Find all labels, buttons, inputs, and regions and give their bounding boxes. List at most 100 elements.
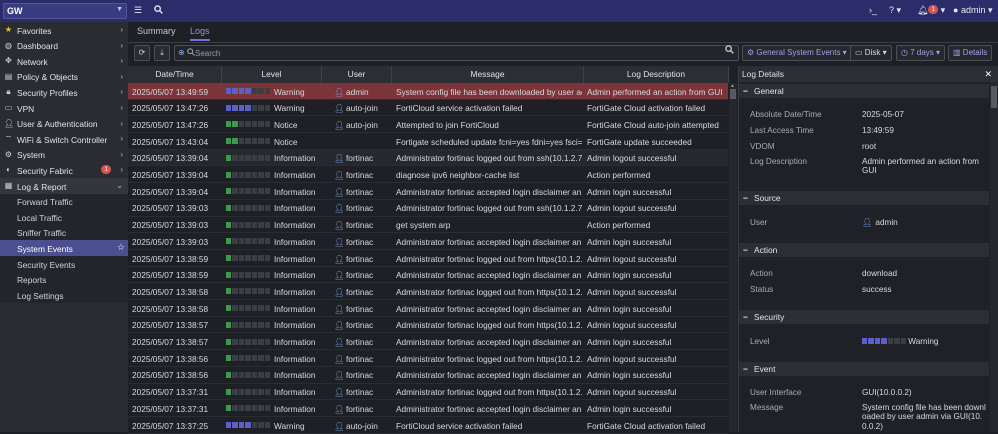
details-toggle-button[interactable]: ▥ Details (948, 45, 993, 61)
cell-message: System config file has been downloaded b… (396, 86, 582, 97)
table-row[interactable]: 2025/05/07 13:39:03 Information 👤︎ fortinac… (128, 217, 728, 234)
table-row[interactable]: 2025/05/07 13:39:04 Information 👤︎ fortinac… (128, 149, 728, 167)
avatar: ● (953, 5, 959, 15)
section-general[interactable]: − General (739, 84, 989, 98)
tab-logs[interactable]: Logs (190, 26, 210, 41)
search-input[interactable] (195, 47, 715, 59)
table-row[interactable]: 2025/05/07 13:39:04 Information 👤︎ fortinac… (128, 183, 728, 200)
table-row[interactable]: 2025/05/07 13:49:59 Warning 👤︎ admin System … (128, 83, 728, 100)
chevron-down-icon: ⌄ (116, 181, 123, 190)
sidebar-item-log-settings[interactable]: Log Settings (0, 287, 128, 303)
table-row[interactable]: 2025/05/07 13:37:31 Information 👤︎ fortinac… (128, 400, 728, 417)
field-value: 13:49:59 (862, 126, 894, 135)
cell-level: Information (274, 387, 316, 398)
time-range-dropdown[interactable]: ◷ 7 days ▾ (896, 45, 946, 61)
sidebar-item-vpn[interactable]: ▭ VPN › (0, 100, 128, 116)
sidebar-item-forward-traffic[interactable]: Forward Traffic (0, 193, 128, 210)
sidebar-item-local-traffic[interactable]: Local Traffic (0, 209, 128, 225)
menu-toggle-icon[interactable]: ☰ (134, 5, 142, 16)
sidebar-item-system[interactable]: ⚙ System › (0, 147, 128, 163)
table-row[interactable]: 2025/05/07 13:38:57 Information 👤︎ fortinac… (128, 334, 728, 351)
table-row[interactable]: 2025/05/07 13:37:31 Information 👤︎ fortinac… (128, 384, 728, 401)
table-row[interactable]: 2025/05/07 13:38:58 Information 👤︎ fortinac… (128, 300, 728, 317)
sidebar-item-dashboard[interactable]: ◍ Dashboard › (0, 38, 128, 54)
log-source-dropdown[interactable]: ▭ Disk ▾ (850, 45, 892, 61)
search-submit-button[interactable] (721, 45, 737, 61)
panel-scrollbar[interactable] (990, 82, 998, 432)
cell-datetime: 2025/05/07 13:43:04 (132, 136, 209, 147)
sidebar-item-label: Log Settings (17, 290, 64, 301)
sidebar-item-log-report[interactable]: ▦ Log & Report ⌄ (0, 178, 128, 194)
event-type-dropdown[interactable]: ⚙ General System Events ▾ (742, 45, 852, 61)
table-row[interactable]: 2025/05/07 13:38:56 Information 👤︎ fortinac… (128, 350, 728, 367)
table-row[interactable]: 2025/05/07 13:47:26 Warning 👤︎ auto-join For… (128, 100, 728, 117)
column-header-message[interactable]: Message (392, 66, 584, 83)
sidebar-item-network[interactable]: ✥ Network › (0, 53, 128, 69)
table-row[interactable]: 2025/05/07 13:39:03 Information 👤︎ fortinac… (128, 233, 728, 250)
column-header-datetime[interactable]: Date/Time (128, 66, 222, 83)
table-row[interactable]: 2025/05/07 13:37:25 Warning 👤︎ auto-join For… (128, 417, 728, 434)
sidebar-item-wifi-switch-controller[interactable]: ⌔ WiFi & Switch Controller › (0, 131, 128, 147)
field-key: Status (750, 285, 774, 294)
cell-level: Information (274, 170, 316, 181)
level-bar (226, 188, 270, 195)
sidebar-item-security-events[interactable]: Security Events (0, 256, 128, 272)
level-bar (226, 88, 270, 94)
level-bar (226, 238, 270, 245)
cell-user: fortinac (346, 170, 374, 181)
sidebar-item-security-fabric[interactable]: ◐ Security Fabric › 1 (0, 162, 128, 178)
level-bar (226, 204, 270, 211)
table-row[interactable]: 2025/05/07 13:38:59 Information 👤︎ fortinac… (128, 267, 728, 284)
sidebar-item-reports[interactable]: Reports (0, 271, 128, 288)
sidebar-item-user-authentication[interactable]: 👤︎ User & Authentication › (0, 116, 128, 132)
section-action[interactable]: − Action (739, 243, 989, 257)
admin-menu[interactable]: ● admin ▾ (953, 5, 993, 16)
collapse-icon: − (743, 193, 748, 203)
column-header-log-description[interactable]: Log Description (584, 66, 729, 83)
chevron-right-icon: › (120, 71, 123, 81)
section-source[interactable]: − Source (739, 191, 989, 205)
device-selector[interactable]: GW ▼ (3, 3, 127, 19)
table-scrollbar[interactable]: ▲ (729, 83, 737, 432)
user-icon: 👤︎ (334, 403, 345, 414)
table-row[interactable]: 2025/05/07 13:38:57 Information 👤︎ fortinac… (128, 317, 728, 334)
level-bar (226, 305, 270, 312)
cli-console-icon[interactable]: ›_ (869, 5, 877, 15)
section-event[interactable]: − Event (739, 362, 989, 376)
sidebar-item-security-profiles[interactable]: 🔒︎ Security Profiles › (0, 84, 128, 100)
add-filter-icon[interactable]: ⊕ (178, 48, 185, 57)
sidebar-item-label: System Events (17, 243, 73, 254)
download-button[interactable]: ⤓ (154, 45, 170, 61)
notifications-button[interactable]: 🔔︎ 1 ▾ (917, 5, 945, 16)
sidebar-item-policy-objects[interactable]: ▤ Policy & Objects › (0, 69, 128, 85)
scrollbar-thumb[interactable] (991, 86, 997, 108)
favorite-star-icon[interactable]: ☆ (117, 242, 125, 253)
tab-summary[interactable]: Summary (137, 26, 176, 36)
scrollbar-thumb[interactable] (730, 89, 736, 99)
sidebar-item-favorites[interactable]: ★ Favorites › (0, 22, 128, 38)
table-row[interactable]: 2025/05/07 13:38:58 Information 👤︎ fortinac… (128, 283, 728, 301)
chevron-down-icon: ▼ (116, 6, 123, 13)
table-row[interactable]: 2025/05/07 13:39:04 Information 👤︎ fortinac… (128, 167, 728, 184)
table-row[interactable]: 2025/05/07 13:38:59 Information 👤︎ fortinac… (128, 250, 728, 267)
cell-user: admin (346, 86, 369, 97)
search-icon[interactable] (154, 5, 163, 16)
device-name: GW (7, 6, 23, 16)
table-row[interactable]: 2025/05/07 13:43:04 Notice Fortigate sched… (128, 133, 728, 150)
column-header-user[interactable]: User (322, 66, 392, 83)
table-row[interactable]: 2025/05/07 13:38:56 Information 👤︎ fortinac… (128, 367, 728, 384)
sidebar-item-label: Dashboard (17, 41, 58, 52)
fabric-icon: ◐ (6, 165, 11, 175)
table-row[interactable]: 2025/05/07 13:39:03 Information 👤︎ fortinac… (128, 200, 728, 217)
refresh-button[interactable]: ⟳ (134, 45, 150, 61)
column-header-level[interactable]: Level (222, 66, 322, 83)
section-security[interactable]: − Security (739, 310, 989, 324)
help-icon[interactable]: ? ▾ (889, 5, 901, 16)
close-icon[interactable]: ✕ (984, 66, 992, 82)
field-key: Level (750, 337, 770, 346)
sidebar-item-sniffer-traffic[interactable]: Sniffer Traffic (0, 224, 128, 241)
cell-datetime: 2025/05/07 13:38:58 (132, 303, 209, 314)
sidebar-item-system-events[interactable]: System Events ☆ (0, 240, 128, 256)
collapse-icon: − (743, 245, 748, 255)
table-row[interactable]: 2025/05/07 13:47:26 Notice 👤︎ auto-join Atte… (128, 116, 728, 134)
